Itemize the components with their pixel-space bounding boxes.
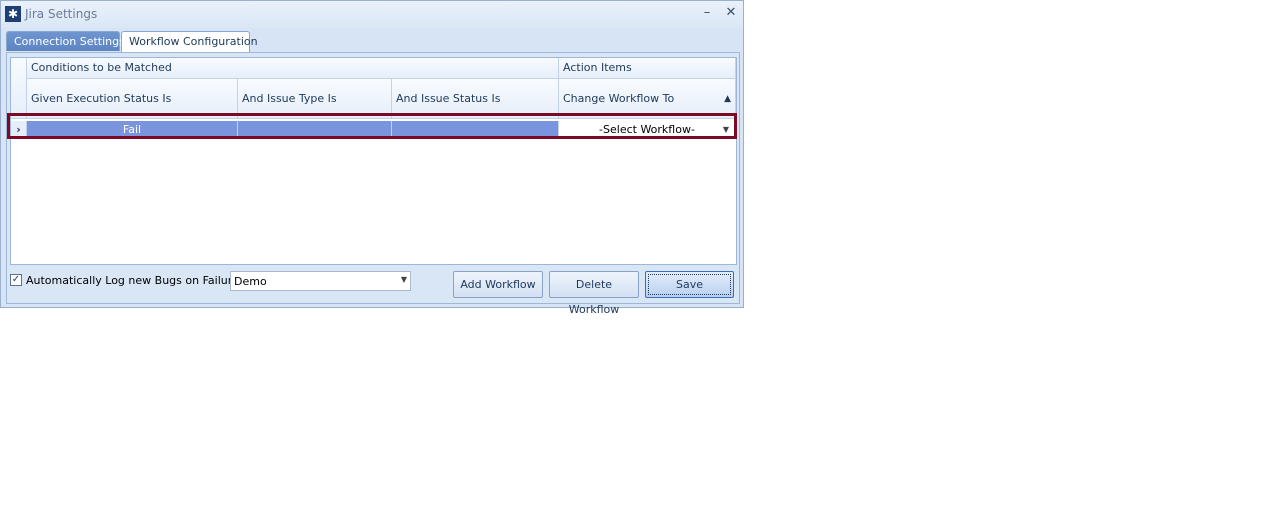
column-header-change-workflow-label: Change Workflow To xyxy=(563,92,675,105)
cell-issue-status[interactable] xyxy=(392,121,559,139)
cell-execution-status[interactable]: Fail xyxy=(27,121,238,139)
conditions-group-header: Conditions to be Matched xyxy=(27,58,559,79)
column-header-execution-status[interactable]: Given Execution Status Is xyxy=(27,79,238,119)
jira-icon: ✱ xyxy=(5,6,21,22)
title-bar[interactable]: ✱ Jira Settings – ✕ xyxy=(1,1,743,28)
auto-log-checkbox[interactable]: ✓ xyxy=(10,274,22,286)
workflow-panel: Conditions to be Matched Action Items Gi… xyxy=(6,52,740,304)
row-indicator-header xyxy=(11,58,27,119)
auto-log-label: Automatically Log new Bugs on Failure xyxy=(26,274,239,287)
cell-issue-type[interactable] xyxy=(238,121,392,139)
project-select-value: Demo xyxy=(234,275,267,288)
project-select[interactable]: Demo ▼ xyxy=(230,271,411,291)
chevron-down-icon[interactable]: ▼ xyxy=(401,275,407,284)
jira-settings-window: ✱ Jira Settings – ✕ Connection Settings … xyxy=(0,0,744,316)
chevron-down-icon[interactable]: ▼ xyxy=(723,121,729,139)
actions-group-header: Action Items xyxy=(559,58,736,79)
column-header-issue-status[interactable]: And Issue Status Is xyxy=(392,79,559,119)
window-title: Jira Settings xyxy=(25,7,98,21)
close-button[interactable]: ✕ xyxy=(723,5,739,21)
column-header-change-workflow[interactable]: Change Workflow To ▲ xyxy=(559,79,736,119)
save-button[interactable]: Save xyxy=(645,271,734,298)
delete-workflow-button[interactable]: Delete Workflow xyxy=(549,271,639,316)
workflow-dropdown-value: -Select Workflow- xyxy=(599,123,695,136)
minimize-button[interactable]: – xyxy=(699,5,715,21)
focus-rectangle xyxy=(648,274,731,295)
column-header-issue-type[interactable]: And Issue Type Is xyxy=(238,79,392,119)
sort-ascending-icon: ▲ xyxy=(724,94,731,104)
workflow-dropdown[interactable]: -Select Workflow- ▼ xyxy=(559,121,736,139)
workflow-grid: Conditions to be Matched Action Items Gi… xyxy=(10,57,737,265)
tab-connection-settings[interactable]: Connection Settings xyxy=(6,31,125,51)
add-workflow-button[interactable]: Add Workflow xyxy=(453,271,543,298)
tab-workflow-configuration[interactable]: Workflow Configuration xyxy=(121,31,258,53)
row-indicator-icon[interactable]: › xyxy=(11,121,27,139)
